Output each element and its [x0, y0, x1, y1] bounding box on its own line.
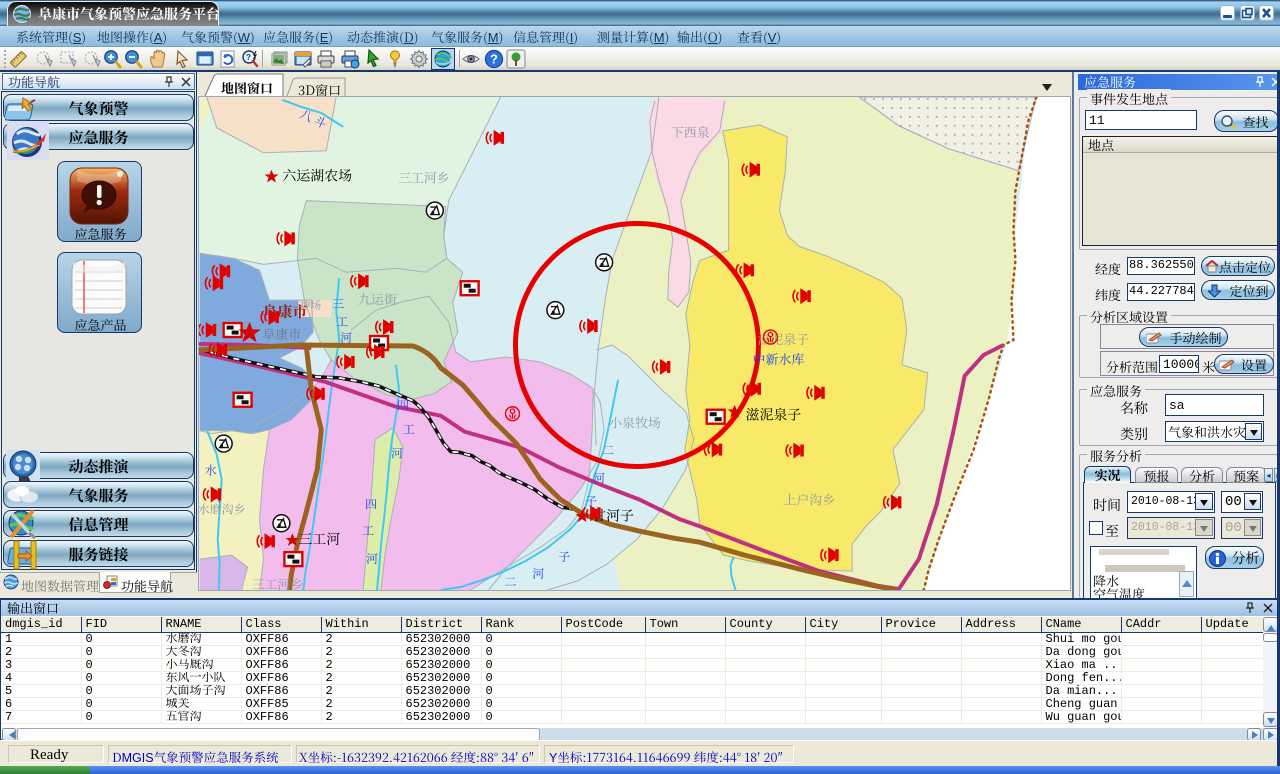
svg-text:小泉牧场: 小泉牧场 [609, 413, 661, 432]
svg-text:三工河乡: 三工河乡 [398, 168, 450, 187]
svg-text:三: 三 [332, 295, 344, 312]
svg-text:?: ? [490, 49, 498, 68]
svg-text:阜康市: 阜康市 [263, 324, 302, 343]
svg-text:河: 河 [366, 550, 378, 567]
svg-text:上户沟乡: 上户沟乡 [783, 489, 835, 508]
svg-text:四: 四 [365, 495, 377, 512]
svg-text:三工河乡: 三工河乡 [252, 574, 304, 591]
svg-text:河: 河 [593, 469, 605, 486]
svg-text:水: 水 [205, 461, 217, 478]
svg-text:工: 工 [403, 421, 415, 438]
svg-text:九运街: 九运街 [358, 289, 397, 308]
svg-text:河: 河 [340, 329, 352, 346]
svg-text:三工河: 三工河 [298, 528, 340, 548]
svg-text:水磨沟乡: 水磨沟乡 [198, 500, 246, 517]
svg-text:下西泉: 下西泉 [671, 122, 710, 141]
svg-text:中新水库: 中新水库 [753, 349, 805, 368]
svg-text:二: 二 [505, 573, 517, 590]
svg-text:河: 河 [532, 565, 544, 582]
svg-text:四: 四 [397, 397, 409, 414]
svg-text:滋泥泉子: 滋泥泉子 [746, 404, 802, 424]
svg-text:?: ? [246, 52, 251, 63]
svg-text:二: 二 [602, 442, 614, 459]
svg-text:工: 工 [336, 313, 348, 330]
svg-text:河: 河 [391, 445, 403, 462]
svg-text:六运湖农场: 六运湖农场 [282, 165, 352, 185]
svg-text:子: 子 [558, 548, 570, 565]
svg-text:工: 工 [362, 522, 374, 539]
